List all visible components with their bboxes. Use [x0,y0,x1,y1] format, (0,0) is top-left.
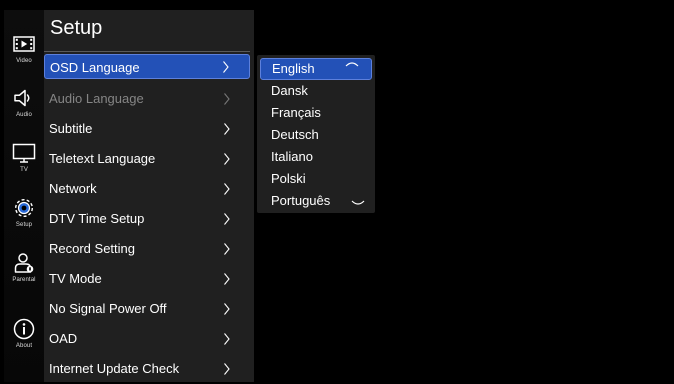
menu-item-label: Internet Update Check [49,361,180,376]
language-option-francais[interactable]: Français [260,102,372,124]
sidebar-item-label-tv: TV [20,167,28,173]
language-option-label: Polski [271,171,306,186]
menu-item-osd-language[interactable]: OSD Language [44,54,250,79]
sidebar-item-label-setup: Setup [15,222,33,228]
menu-item-audio-language: Audio Language [44,84,250,114]
title-divider [44,51,250,52]
page-title: Setup [50,17,103,39]
chevron-right-icon [223,84,231,114]
menu-item-label: OSD Language [50,60,140,75]
main-category-sidebar: Video Audio TV Setup Parental About [4,10,44,382]
language-option-label: Dansk [271,83,308,98]
sidebar-item-about[interactable]: About [4,317,44,357]
menu-item-record-setting[interactable]: Record Setting [44,234,250,264]
menu-item-label: TV Mode [49,271,102,286]
menu-item-tv-mode[interactable]: TV Mode [44,264,250,294]
chevron-right-icon [223,294,231,324]
language-option-list: English Dansk Français Deutsch Italiano … [260,58,372,212]
sidebar-item-audio[interactable]: Audio [4,86,44,126]
scroll-down-icon[interactable] [351,199,365,207]
menu-item-label: No Signal Power Off [49,301,167,316]
menu-item-dtv-time-setup[interactable]: DTV Time Setup [44,204,250,234]
sidebar-item-label-parental: Parental [12,277,36,283]
menu-item-label: OAD [49,331,78,346]
chevron-right-icon [223,354,231,384]
sidebar-item-parental[interactable]: Parental [4,251,44,291]
chevron-right-icon [223,264,231,294]
sidebar-item-setup[interactable]: Setup [4,196,44,236]
menu-item-teletext-language[interactable]: Teletext Language [44,144,250,174]
language-option-label: Português [271,193,331,208]
language-option-italiano[interactable]: Italiano [260,146,372,168]
menu-item-subtitle[interactable]: Subtitle [44,114,250,144]
setup-icon [12,196,36,220]
chevron-right-icon [223,324,231,354]
chevron-right-icon [223,174,231,204]
sidebar-item-label-audio: Audio [16,112,32,118]
menu-item-label: Subtitle [49,121,93,136]
menu-item-label: DTV Time Setup [49,211,145,226]
tv-setup-screen: Video Audio TV Setup Parental About Setu… [0,0,674,382]
language-option-deutsch[interactable]: Deutsch [260,124,372,146]
osd-language-dropdown[interactable]: English Dansk Français Deutsch Italiano … [257,55,375,213]
menu-item-oad[interactable]: OAD [44,324,250,354]
language-option-label: Italiano [271,149,313,164]
menu-item-label: Audio Language [49,91,144,106]
language-option-label: Deutsch [271,127,319,142]
sidebar-item-label-video: Video [16,58,32,64]
menu-item-label: Teletext Language [49,151,156,166]
chevron-right-icon [223,204,231,234]
language-option-english[interactable]: English [260,58,372,80]
setup-menu-list: OSD Language Audio Language Subtitle Tel… [44,54,250,384]
sidebar-item-label-about: About [15,343,33,349]
menu-item-network[interactable]: Network [44,174,250,204]
chevron-right-icon [222,55,230,78]
language-option-label: Français [271,105,321,120]
menu-item-no-signal-power-off[interactable]: No Signal Power Off [44,294,250,324]
chevron-right-icon [223,114,231,144]
video-icon [12,32,36,56]
language-option-dansk[interactable]: Dansk [260,80,372,102]
sidebar-item-video[interactable]: Video [4,32,44,72]
tv-icon [12,141,36,165]
about-icon [12,317,36,341]
language-option-polski[interactable]: Polski [260,168,372,190]
sidebar-item-tv[interactable]: TV [4,141,44,181]
audio-icon [12,86,36,110]
menu-item-label: Network [49,181,97,196]
chevron-right-icon [223,144,231,174]
menu-item-label: Record Setting [49,241,135,256]
scroll-up-icon[interactable] [345,60,359,68]
menu-item-internet-update-check[interactable]: Internet Update Check [44,354,250,384]
setup-menu-panel: Setup OSD Language Audio Language Subtit… [44,10,254,382]
parental-icon [12,251,36,275]
language-option-label: English [272,61,315,76]
chevron-right-icon [223,234,231,264]
